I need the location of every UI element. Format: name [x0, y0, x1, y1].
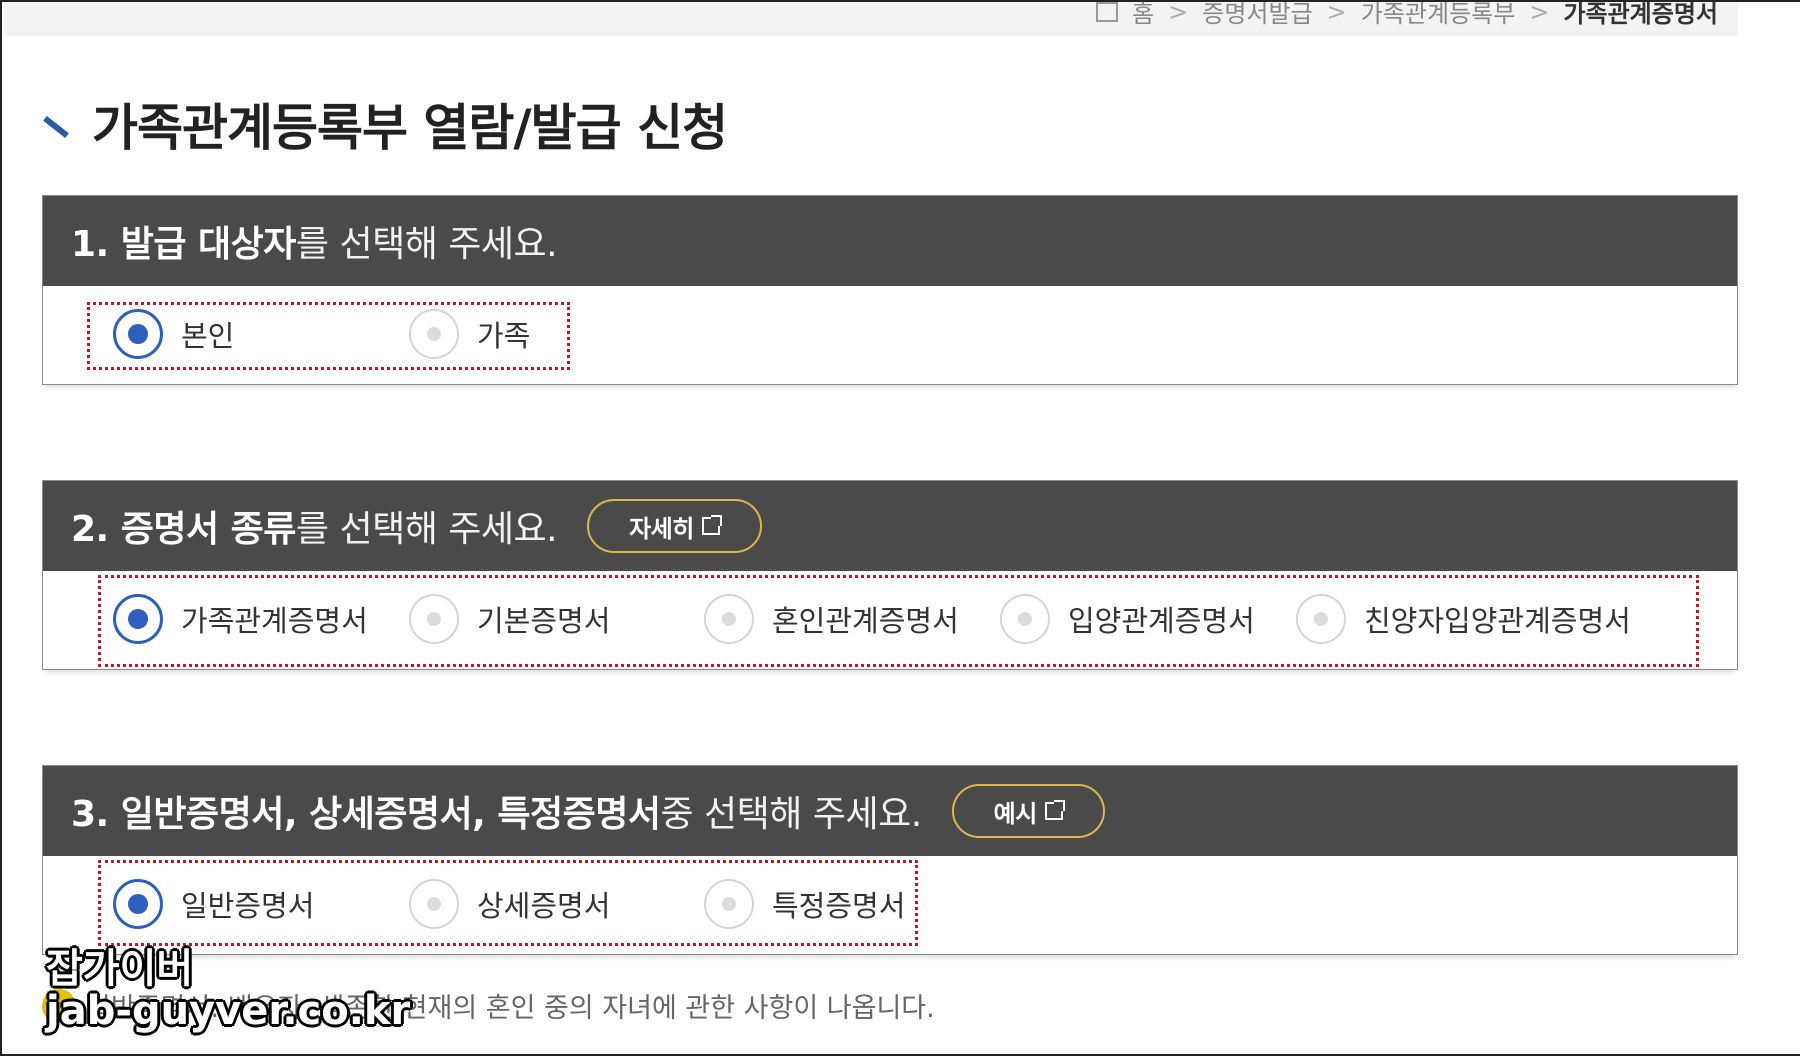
radio-button[interactable]	[704, 594, 754, 644]
watermark: 잡가이버 jab-guyver.co.kr	[46, 948, 410, 1032]
radio-button[interactable]	[409, 594, 459, 644]
section-certificate-type: 2. 증명서 종류 를 선택해 주세요. 자세히 가족관계증명서 기본증명서 혼…	[42, 480, 1738, 670]
external-link-icon	[701, 515, 722, 535]
radio-option-family-relation[interactable]: 가족관계증명서	[113, 594, 368, 644]
radio-button-checked[interactable]	[113, 309, 163, 359]
section-number-title: 3. 일반증명서, 상세증명서, 특정증명서	[71, 794, 661, 835]
radio-option-adoption[interactable]: 입양관계증명서	[1000, 594, 1255, 644]
section-header: 3. 일반증명서, 상세증명서, 특정증명서 중 선택해 주세요. 예시	[43, 766, 1737, 856]
chevron-right-icon: >	[1326, 0, 1347, 26]
radio-button-checked[interactable]	[113, 594, 163, 644]
title-accent-icon	[43, 116, 69, 138]
breadcrumb-item-current: 가족관계증명서	[1563, 0, 1718, 28]
section-header: 2. 증명서 종류 를 선택해 주세요. 자세히	[43, 481, 1737, 571]
breadcrumb-bar: 홈 > 증명서발급 > 가족관계등록부 > 가족관계증명서	[4, 0, 1738, 36]
example-button-label: 예시	[993, 799, 1038, 828]
option-label: 특정증명서	[772, 889, 906, 923]
radio-option-general[interactable]: 일반증명서	[113, 879, 314, 929]
details-button-label: 자세히	[629, 514, 694, 543]
section-header: 1. 발급 대상자 를 선택해 주세요.	[43, 196, 1737, 286]
option-label: 본인	[181, 319, 235, 353]
radio-option-family[interactable]: 가족	[409, 309, 530, 359]
section-options: 본인 가족	[43, 286, 1737, 384]
radio-button[interactable]	[1296, 594, 1346, 644]
option-label: 가족관계증명서	[181, 604, 368, 638]
breadcrumb: 홈 > 증명서발급 > 가족관계등록부 > 가족관계증명서	[1096, 0, 1718, 29]
section-instruction: 를 선택해 주세요.	[295, 509, 558, 550]
option-label: 입양관계증명서	[1068, 604, 1255, 638]
radio-button[interactable]	[409, 309, 459, 359]
radio-option-full-adoption[interactable]: 친양자입양관계증명서	[1296, 594, 1631, 644]
option-label: 기본증명서	[477, 604, 611, 638]
details-button[interactable]: 자세히	[587, 499, 762, 553]
radio-button[interactable]	[1000, 594, 1050, 644]
section-issue-target: 1. 발급 대상자 를 선택해 주세요. 본인 가족	[42, 195, 1738, 385]
radio-option-self[interactable]: 본인	[113, 309, 234, 359]
chevron-right-icon: >	[1529, 0, 1550, 26]
watermark-line1: 잡가이버	[46, 946, 194, 992]
example-button[interactable]: 예시	[951, 784, 1105, 838]
option-label: 가족	[477, 319, 531, 353]
option-label: 상세증명서	[477, 889, 611, 923]
section-number-title: 1. 발급 대상자	[71, 224, 296, 265]
option-label: 친양자입양관계증명서	[1364, 604, 1631, 638]
section-instruction: 중 선택해 주세요.	[660, 794, 922, 835]
section-number-title: 2. 증명서 종류	[71, 509, 296, 550]
page-title: 가족관계등록부 열람/발급 신청	[92, 99, 728, 157]
page-title-area: 가족관계등록부 열람/발급 신청	[42, 88, 728, 160]
radio-button-checked[interactable]	[113, 879, 163, 929]
section-options: 가족관계증명서 기본증명서 혼인관계증명서 입양관계증명서 친양자입양관계증명서	[43, 571, 1737, 669]
radio-option-detailed[interactable]: 상세증명서	[409, 879, 610, 929]
breadcrumb-item-registry[interactable]: 가족관계등록부	[1361, 0, 1516, 29]
breadcrumb-item-home[interactable]: 홈	[1132, 0, 1154, 29]
chevron-right-icon: >	[1168, 0, 1189, 26]
page-frame: 홈 > 증명서발급 > 가족관계등록부 > 가족관계증명서 가족관계등록부 열람…	[0, 0, 1800, 1056]
section-instruction: 를 선택해 주세요.	[295, 224, 558, 265]
section-certificate-detail: 3. 일반증명서, 상세증명서, 특정증명서 중 선택해 주세요. 예시 일반증…	[42, 765, 1738, 955]
breadcrumb-item-certificates[interactable]: 증명서발급	[1202, 0, 1312, 29]
radio-option-basic[interactable]: 기본증명서	[409, 594, 610, 644]
radio-button[interactable]	[409, 879, 459, 929]
section-options: 일반증명서 상세증명서 특정증명서	[43, 856, 1737, 954]
home-icon[interactable]	[1096, 1, 1119, 22]
radio-button[interactable]	[704, 879, 754, 929]
radio-option-marriage[interactable]: 혼인관계증명서	[704, 594, 959, 644]
watermark-line2: jab-guyver.co.kr	[46, 988, 411, 1034]
external-link-icon	[1044, 800, 1065, 820]
option-label: 일반증명서	[181, 889, 315, 923]
radio-option-specific[interactable]: 특정증명서	[704, 879, 905, 929]
option-label: 혼인관계증명서	[772, 604, 959, 638]
